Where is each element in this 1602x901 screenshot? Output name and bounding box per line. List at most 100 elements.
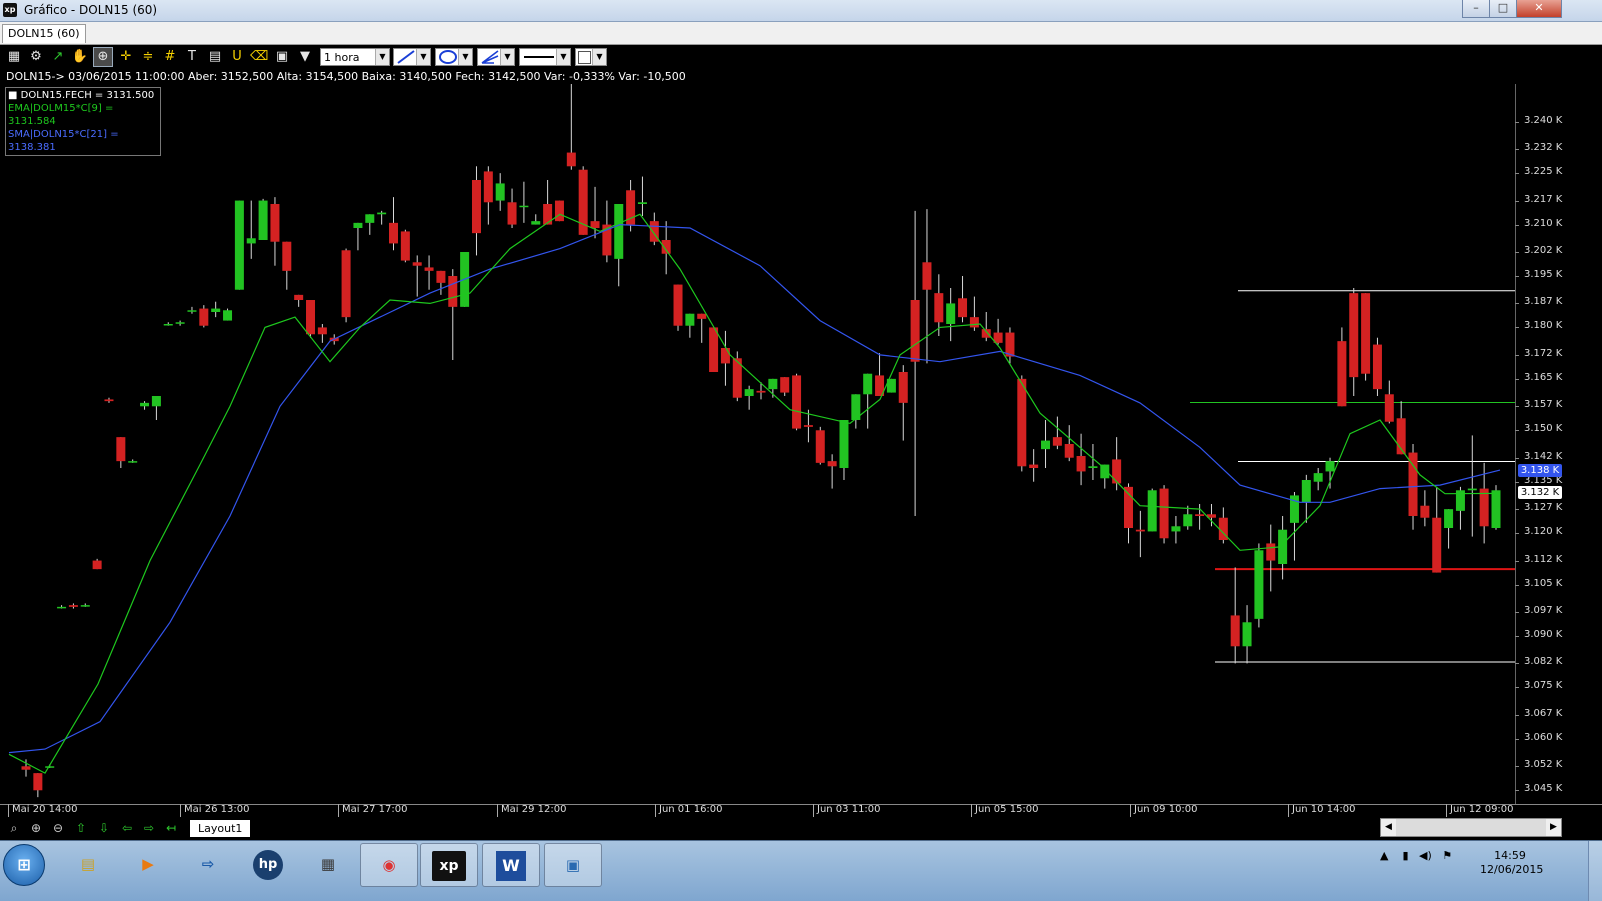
candle[interactable]	[471, 166, 481, 256]
candle[interactable]	[1064, 425, 1074, 462]
price-chart[interactable]	[4, 84, 1515, 804]
arrow-left-icon[interactable]: ⇦	[118, 820, 136, 836]
candle[interactable]	[33, 773, 43, 798]
candle[interactable]	[1384, 380, 1394, 424]
candle[interactable]	[969, 296, 979, 331]
candle[interactable]	[68, 603, 78, 609]
candlestick-chart[interactable]	[4, 84, 1515, 804]
close-button[interactable]: ✕	[1516, 0, 1562, 18]
candle[interactable]	[981, 312, 991, 342]
zoom-in-icon[interactable]: ⊕	[27, 820, 45, 836]
candle[interactable]	[1361, 293, 1371, 381]
candle[interactable]	[958, 276, 968, 323]
candle[interactable]	[1242, 605, 1252, 664]
candle[interactable]	[199, 305, 209, 328]
candle[interactable]	[128, 459, 138, 463]
color-select[interactable]: ▼	[575, 48, 607, 66]
tab-doln15[interactable]: DOLN15 (60)	[2, 24, 86, 43]
minimize-button[interactable]: –	[1462, 0, 1490, 18]
candle[interactable]	[827, 454, 837, 489]
text-tool-icon[interactable]: T	[183, 48, 201, 66]
lock-icon[interactable]: ▣	[273, 48, 291, 66]
candle[interactable]	[483, 166, 493, 225]
candle[interactable]	[875, 353, 885, 396]
candle[interactable]	[1195, 504, 1205, 530]
candle[interactable]	[1313, 468, 1323, 491]
monitor-icon[interactable]: ▣	[544, 843, 602, 887]
indicator-icon[interactable]: ↗	[49, 48, 67, 66]
line-tool-select[interactable]: ▼	[393, 48, 431, 66]
action-center-icon[interactable]: ⚑	[1442, 849, 1452, 862]
interval-select[interactable]: 1 hora ▼	[320, 48, 390, 66]
candle[interactable]	[1420, 490, 1430, 527]
search-icon[interactable]: ⌕	[5, 820, 23, 836]
media-player-icon[interactable]: ▶	[120, 843, 176, 885]
candle[interactable]	[270, 197, 280, 266]
eraser-icon[interactable]: ⌫	[250, 48, 268, 66]
fan-tool-select[interactable]: ▼	[477, 48, 515, 66]
candle[interactable]	[282, 241, 292, 290]
candle[interactable]	[507, 188, 517, 228]
candle[interactable]	[637, 176, 647, 216]
calculator-icon[interactable]: ▤	[206, 48, 224, 66]
zoom-out-icon[interactable]: ⊖	[49, 820, 67, 836]
candle[interactable]	[353, 222, 363, 251]
candle[interactable]	[294, 294, 304, 307]
tray-expand-icon[interactable]: ▲	[1380, 849, 1388, 862]
candle[interactable]	[1254, 543, 1264, 628]
candle[interactable]	[1017, 375, 1027, 472]
candle[interactable]	[1432, 486, 1442, 573]
candle[interactable]	[1230, 567, 1240, 664]
arrow-down-icon[interactable]: ⇩	[95, 820, 113, 836]
indicator-legend[interactable]: ■ DOLN15.FECH = 3131.500 EMA|DOLM15*C[9]…	[5, 87, 161, 156]
candle[interactable]	[1467, 435, 1477, 537]
candle[interactable]	[1124, 483, 1133, 544]
scroll-left-icon[interactable]: ◀	[1381, 819, 1396, 836]
horizontal-scrollbar[interactable]: ◀ ▶	[1380, 818, 1562, 837]
candle[interactable]	[223, 308, 233, 321]
candle[interactable]	[1301, 474, 1311, 523]
arrow-up-icon[interactable]: ⇧	[72, 820, 90, 836]
candle[interactable]	[626, 180, 636, 232]
candle[interactable]	[424, 255, 434, 290]
candle[interactable]	[685, 313, 695, 338]
candle[interactable]	[365, 214, 375, 235]
shape-tool-select[interactable]: ▼	[435, 48, 473, 66]
candle[interactable]	[1159, 485, 1169, 544]
candle[interactable]	[389, 197, 398, 251]
candle[interactable]	[898, 365, 908, 441]
maximize-button[interactable]: □	[1489, 0, 1517, 18]
candle[interactable]	[92, 558, 102, 570]
candle[interactable]	[614, 204, 624, 287]
candle[interactable]	[1218, 507, 1228, 544]
candle[interactable]	[720, 330, 730, 386]
candle[interactable]	[163, 322, 173, 326]
candle[interactable]	[400, 229, 410, 263]
candle[interactable]	[543, 180, 553, 225]
candle[interactable]	[673, 284, 683, 331]
candle[interactable]	[258, 198, 268, 240]
candle[interactable]	[116, 437, 126, 468]
show-desktop-button[interactable]	[1588, 841, 1602, 901]
candle[interactable]	[910, 210, 920, 516]
candle[interactable]	[709, 327, 719, 372]
gear-icon[interactable]: ⚙	[27, 48, 45, 66]
candle[interactable]	[1100, 464, 1110, 489]
candle[interactable]	[815, 426, 825, 465]
candle[interactable]	[1135, 510, 1145, 558]
fibonacci-icon[interactable]: ≑	[139, 48, 157, 66]
grid-lines-icon[interactable]: #	[161, 48, 179, 66]
candle[interactable]	[756, 382, 766, 400]
candle[interactable]	[412, 255, 422, 297]
candle[interactable]	[495, 173, 505, 211]
candle[interactable]	[993, 318, 1003, 345]
candle[interactable]	[1183, 505, 1193, 530]
candle[interactable]	[697, 313, 707, 343]
xp-app-icon[interactable]: xp	[420, 843, 478, 887]
volume-icon[interactable]: ◀)	[1419, 849, 1432, 862]
candle[interactable]	[661, 221, 671, 275]
candle[interactable]	[1041, 420, 1051, 468]
tool-icon[interactable]: ▦	[300, 843, 356, 885]
candle[interactable]	[768, 378, 778, 398]
magnet-icon[interactable]: U	[228, 48, 246, 66]
